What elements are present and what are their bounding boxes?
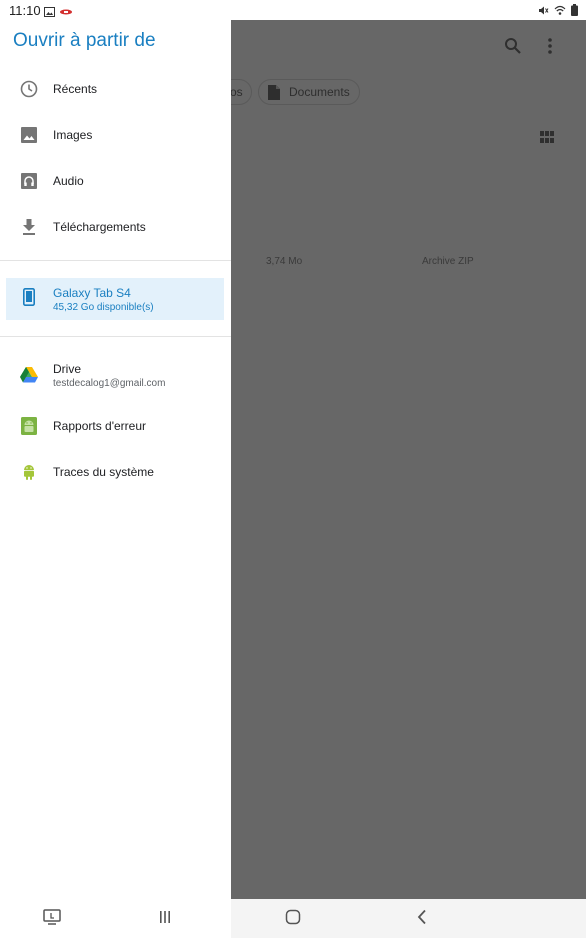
back-button[interactable] xyxy=(410,907,434,931)
drawer-item-images[interactable]: Images xyxy=(6,114,224,156)
clock-icon xyxy=(20,80,38,98)
divider xyxy=(0,336,231,337)
screen-mode-button[interactable] xyxy=(40,907,64,931)
drawer-item-label: Téléchargements xyxy=(53,220,146,234)
chip-partial-label: os xyxy=(230,85,243,99)
status-bar: 11:10 xyxy=(0,0,586,20)
wifi-icon xyxy=(554,3,566,21)
audio-icon xyxy=(20,172,38,190)
drawer-item-audio[interactable]: Audio xyxy=(6,160,224,202)
home-button[interactable] xyxy=(281,907,305,931)
tablet-icon xyxy=(20,288,38,306)
divider xyxy=(0,260,231,261)
home-icon xyxy=(285,909,301,930)
download-icon xyxy=(20,218,38,236)
search-icon xyxy=(504,37,522,60)
drawer-item-label: Récents xyxy=(53,82,98,96)
drawer-item-galaxy-tab-s4[interactable]: Galaxy Tab S4 45,32 Go disponible(s) xyxy=(6,278,224,320)
drawer-item-system-traces[interactable]: Traces du système xyxy=(6,451,224,493)
chip-documents: Documents xyxy=(258,79,360,105)
monitor-icon xyxy=(43,908,61,930)
drawer-item-drive[interactable]: Drive testdecalog1@gmail.com xyxy=(6,354,224,396)
image-icon xyxy=(20,126,38,144)
more-options-icon xyxy=(548,38,552,59)
battery-icon xyxy=(571,3,578,21)
navbar-drawer-section xyxy=(0,899,231,938)
document-icon xyxy=(268,84,280,100)
drawer-item-label: Galaxy Tab S4 xyxy=(53,286,131,300)
drive-icon xyxy=(20,366,38,384)
gallery-notification-icon xyxy=(44,4,55,22)
android-small-icon xyxy=(20,463,38,481)
navigation-drawer: Ouvrir à partir de Récents Images Audio … xyxy=(0,20,231,938)
drawer-item-label: Traces du système xyxy=(53,465,154,479)
drawer-item-downloads[interactable]: Téléchargements xyxy=(6,206,224,248)
grid-view-icon xyxy=(540,130,554,148)
drawer-item-recents[interactable]: Récents xyxy=(6,68,224,110)
mute-icon xyxy=(538,3,549,21)
drawer-item-label: Images xyxy=(53,128,93,142)
background-app-scrim[interactable]: os Documents 3,74 Mo Archive ZIP xyxy=(211,20,586,899)
drawer-item-sublabel: testdecalog1@gmail.com xyxy=(53,378,166,389)
android-icon xyxy=(20,417,38,435)
drawer-item-bug-reports[interactable]: Rapports d'erreur xyxy=(6,405,224,447)
drawer-item-label: Rapports d'erreur xyxy=(53,419,146,433)
file-type: Archive ZIP xyxy=(422,256,474,267)
chip-documents-label: Documents xyxy=(289,85,350,99)
drawer-item-sublabel: 45,32 Go disponible(s) xyxy=(53,302,154,313)
file-size: 3,74 Mo xyxy=(266,256,303,267)
system-navigation-bar xyxy=(0,899,586,938)
recent-apps-button[interactable] xyxy=(153,907,177,931)
back-icon xyxy=(416,909,428,930)
status-time: 11:10 xyxy=(9,3,41,18)
drawer-item-label: Drive xyxy=(53,362,82,376)
drawer-item-label: Audio xyxy=(53,174,84,188)
drawer-title: Ouvrir à partir de xyxy=(13,30,156,51)
recents-icon xyxy=(158,910,172,929)
app-notification-icon xyxy=(59,4,73,22)
